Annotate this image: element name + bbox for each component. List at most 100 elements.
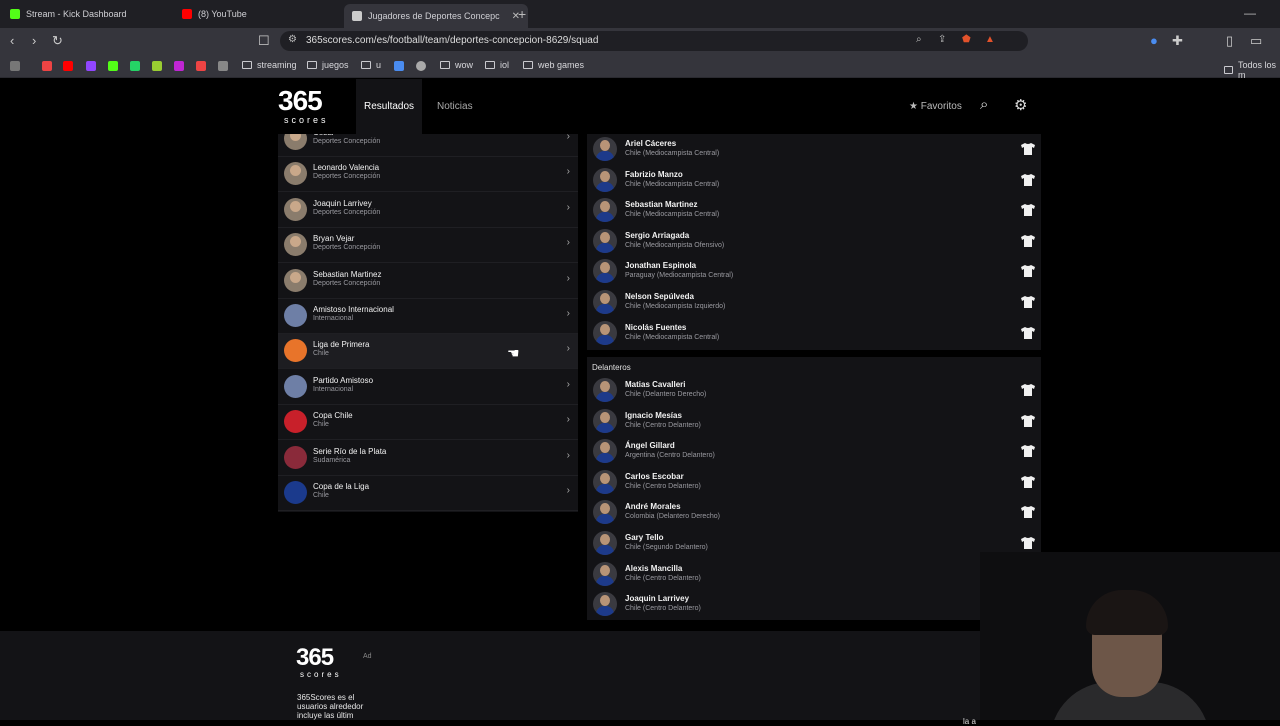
forward-icon[interactable]: ›: [32, 33, 36, 48]
apps-icon[interactable]: [10, 61, 20, 71]
competition-row[interactable]: CésarDeportes Concepción ›: [278, 134, 578, 157]
player-row[interactable]: Nicolás Fuentes Chile (Mediocampista Cent…: [587, 318, 1041, 349]
competition-crest-icon: [284, 445, 307, 469]
player-row[interactable]: Joaquin Larrivey Chile (Centro Delantero): [587, 589, 1041, 620]
player-avatar: [284, 197, 307, 221]
footer-logo-number: 365: [296, 644, 334, 671]
logo-word: scores: [284, 115, 329, 125]
gmail-icon[interactable]: [42, 61, 52, 71]
jersey-icon: [1021, 444, 1035, 458]
player-row[interactable]: André Morales Colombia (Delantero Derecho…: [587, 497, 1041, 528]
brave-rewards-icon[interactable]: ▲: [985, 34, 995, 45]
bookmark-icon[interactable]: ☐: [258, 33, 270, 49]
player-row[interactable]: Gary Tello Chile (Segundo Delantero): [587, 528, 1041, 559]
player-row[interactable]: Carlos Escobar Chile (Centro Delantero): [587, 467, 1041, 498]
player-row[interactable]: Alexis Mancilla Chile (Centro Delantero): [587, 559, 1041, 590]
favorites-label: Favoritos: [920, 101, 962, 112]
tab-kick[interactable]: Stream - Kick Dashboard: [10, 4, 127, 24]
site-logo[interactable]: 365 scores: [278, 87, 348, 127]
twitch-icon[interactable]: [86, 61, 96, 71]
nav-results[interactable]: Resultados: [356, 79, 423, 134]
logo-number: 365: [278, 85, 323, 116]
tab-365scores[interactable]: Jugadores de Deportes Concepc ✕: [344, 4, 528, 28]
competition-row[interactable]: Bryan Vejar Deportes Concepción ›: [278, 228, 578, 264]
player-row[interactable]: Sebastian Martinez Chile (Mediocampista C…: [587, 195, 1041, 226]
bookmark-red-icon[interactable]: [196, 61, 206, 71]
bookmark-pin-icon[interactable]: [218, 61, 228, 71]
player-avatar: [284, 134, 307, 150]
kick-icon[interactable]: [108, 61, 118, 71]
brave-shield-icon[interactable]: ⬟: [962, 34, 971, 45]
search-icon[interactable]: ⌕: [980, 96, 988, 113]
footer-logo[interactable]: 365 scores: [296, 644, 342, 680]
bookmark-folder-web-games[interactable]: web games: [523, 60, 584, 70]
competition-row[interactable]: Liga de Primera Chile ›: [278, 334, 578, 370]
back-icon[interactable]: ‹: [10, 33, 14, 48]
wallet-icon[interactable]: ▭: [1250, 33, 1262, 49]
player-position: Chile (Mediocampista Central): [625, 211, 720, 219]
bookmark-circle-icon[interactable]: [416, 61, 426, 71]
address-bar[interactable]: ⚙ 365scores.com/es/football/team/deporte…: [280, 31, 1028, 51]
player-row[interactable]: Ariel Cáceres Chile (Mediocampista Centra…: [587, 134, 1041, 165]
competition-crest-icon: [284, 374, 307, 398]
folder-icon: [242, 61, 252, 69]
competition-row[interactable]: Amistoso Internacional Internacional ›: [278, 299, 578, 334]
competition-row[interactable]: Joaquin Larrivey Deportes Concepción ›: [278, 193, 578, 228]
chevron-right-icon: ›: [566, 414, 570, 426]
player-row[interactable]: Ignacio Mesías Chile (Centro Delantero): [587, 406, 1041, 437]
youtube-icon[interactable]: [63, 61, 73, 71]
player-position: Chile (Mediocampista Central): [625, 150, 720, 157]
bookmark-folder-u[interactable]: u: [361, 60, 381, 70]
player-avatar: [284, 162, 307, 186]
sidebar-icon[interactable]: ▯: [1226, 33, 1233, 49]
player-position: Chile (Mediocampista Izquierdo): [625, 303, 726, 310]
player-row[interactable]: Sergio Arriagada Chile (Mediocampista Ofe…: [587, 226, 1041, 257]
folder-icon: [307, 61, 317, 69]
bookmark-label: juegos: [322, 60, 349, 70]
bookmark-label: Todos los m: [1238, 60, 1277, 80]
bookmark-folder-juegos[interactable]: juegos: [307, 60, 349, 70]
tab-youtube[interactable]: (8) YouTube: [182, 4, 247, 24]
competition-row[interactable]: Leonardo Valencia Deportes Concepción ›: [278, 157, 578, 193]
nav-news[interactable]: Noticias: [437, 101, 473, 112]
player-name: Ariel Cáceres: [625, 139, 677, 148]
competition-row[interactable]: Serie Río de la Plata Sudamérica ›: [278, 441, 578, 476]
reload-icon[interactable]: ↻: [52, 33, 63, 49]
bookmark-z-icon[interactable]: [152, 61, 162, 71]
settings-gear-icon[interactable]: ⚙: [1014, 96, 1027, 114]
competition-row[interactable]: Copa de la Liga Chile ›: [278, 476, 578, 511]
new-tab-icon[interactable]: +: [518, 6, 526, 22]
competition-row[interactable]: Copa Chile Chile ›: [278, 405, 578, 441]
player-name: Sebastian Martinez: [625, 200, 698, 210]
whatsapp-icon[interactable]: [130, 61, 140, 71]
competition-row[interactable]: Partido Amistoso Internacional ›: [278, 370, 578, 405]
extensions-puzzle-icon[interactable]: ✚: [1172, 33, 1183, 49]
bookmark-folder-iol[interactable]: iol: [485, 60, 509, 70]
player-row[interactable]: Jonathan Espinola Paraguay (Mediocampista…: [587, 256, 1041, 287]
competition-name: César: [313, 134, 334, 137]
player-row[interactable]: Matias Cavalleri Chile (Delantero Derecho…: [587, 375, 1041, 406]
player-row[interactable]: Fabrizio Manzo Chile (Mediocampista Centr…: [587, 165, 1041, 196]
minimize-window-icon[interactable]: —: [1244, 6, 1256, 20]
bookmark-p-icon[interactable]: [174, 61, 184, 71]
favorites-link[interactable]: ★ Favoritos: [909, 101, 962, 112]
competition-row[interactable]: Sebastian Martinez Deportes Concepción ›: [278, 264, 578, 299]
player-row[interactable]: Ángel Gillard Argentina (Centro Delantero…: [587, 436, 1041, 467]
footer-logo-word: scores: [300, 670, 342, 679]
competition-subtitle: Internacional: [313, 385, 354, 393]
extension-icon[interactable]: ●: [1150, 33, 1158, 48]
competition-name: Leonardo Valencia: [313, 163, 380, 173]
365scores-favicon-icon: [352, 11, 362, 21]
share-icon[interactable]: ⇪: [938, 34, 946, 45]
bookmark-folder-all[interactable]: Todos los m: [1224, 60, 1280, 80]
competition-name: Joaquin Larrivey: [313, 198, 372, 208]
tab-title: Stream - Kick Dashboard: [26, 9, 127, 19]
site-info-icon[interactable]: ⚙: [288, 34, 297, 45]
bookmark-folder-streaming[interactable]: streaming: [242, 60, 297, 70]
bookmark-blue-icon[interactable]: [394, 61, 404, 71]
bookmark-folder-wow[interactable]: wow: [440, 60, 473, 70]
player-row[interactable]: Nelson Sepúlveda Chile (Mediocampista Izq…: [587, 287, 1041, 318]
competition-crest-icon: [284, 304, 307, 327]
zoom-icon[interactable]: ⌕: [916, 34, 922, 45]
competition-subtitle: Deportes Concepción: [313, 138, 381, 145]
